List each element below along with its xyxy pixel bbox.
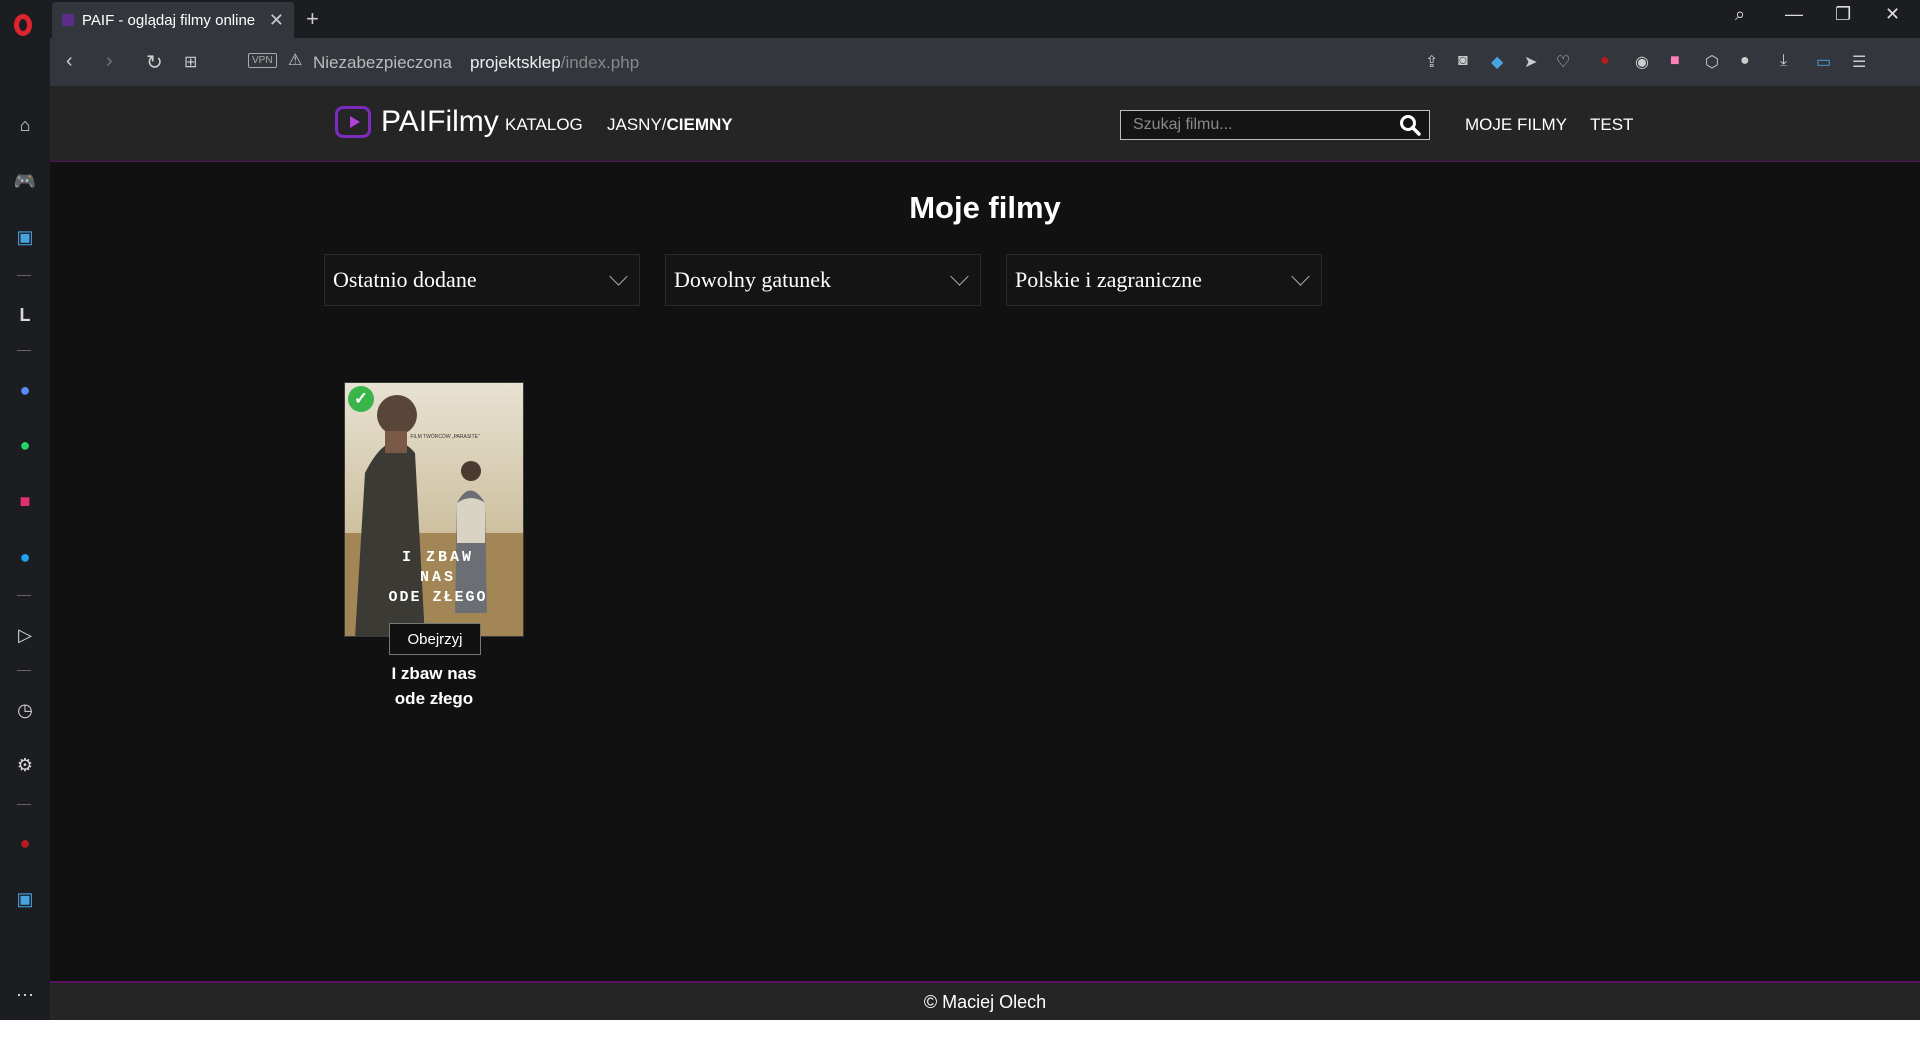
watch-button[interactable]: Obejrzyj <box>389 623 481 655</box>
footer-copyright: © Maciej Olech <box>923 992 1047 1012</box>
download-icon[interactable]: ⤓ <box>1780 52 1787 70</box>
share-icon[interactable]: ⇪ <box>1425 52 1438 72</box>
watched-check-icon: ✓ <box>348 386 374 412</box>
nav-my-films[interactable]: MOJE FILMY <box>1465 115 1567 135</box>
sidebar-divider <box>17 804 31 805</box>
sidebar-divider <box>17 595 31 596</box>
reload-icon[interactable]: ↻ <box>146 50 163 75</box>
site-logo[interactable]: PAIFilmy <box>381 105 499 139</box>
twitter-icon[interactable]: ● <box>12 544 38 570</box>
site-header: PAIFilmy KATALOG JASNY/CIEMNY MOJE FILMY… <box>50 86 1920 162</box>
tab-favicon-icon <box>62 14 74 26</box>
shield-icon[interactable]: ◆ <box>1491 52 1503 72</box>
profile-icon[interactable]: ● <box>1740 52 1750 70</box>
poster-title-line-2: NAS <box>420 569 456 586</box>
page-viewport: PAIFilmy KATALOG JASNY/CIEMNY MOJE FILMY… <box>50 86 1920 1022</box>
url-path: /index.php <box>560 53 640 72</box>
ublock-icon[interactable]: ● <box>12 830 38 856</box>
url-field[interactable]: projektsklep/index.php <box>470 53 639 73</box>
url-host: projektsklep <box>470 53 561 72</box>
history-icon[interactable]: ◷ <box>12 697 38 723</box>
sidebar-divider <box>17 275 31 276</box>
battery-icon[interactable]: ▭ <box>1816 52 1831 72</box>
whatsapp-icon[interactable]: ● <box>12 432 38 458</box>
cube-icon[interactable]: ⬡ <box>1705 52 1719 72</box>
more-icon[interactable]: ⋯ <box>12 982 38 1008</box>
poster-title-line-1: I ZBAW <box>402 549 474 566</box>
instagram-icon[interactable]: ■ <box>12 488 38 514</box>
movie-poster[interactable]: FILM TWÓRCÓW „PARASITE” I ZBAW NAS ODE Z… <box>344 382 524 637</box>
search-icon[interactable] <box>1399 114 1421 136</box>
tab-title: PAIF - oglądaj filmy online <box>82 11 256 29</box>
poster-title-line-3: ODE ZŁEGO <box>388 589 487 606</box>
camera-icon[interactable]: ◙ <box>1458 52 1468 70</box>
vpn-badge[interactable]: VPN <box>248 53 277 68</box>
origin-select[interactable]: Polskie i zagraniczne <box>1006 254 1322 306</box>
search-tabs-icon[interactable]: ⌕ <box>1735 4 1745 25</box>
tv-logo-icon[interactable] <box>335 106 371 138</box>
gradient-extension-icon[interactable]: ■ <box>1670 52 1680 70</box>
heart-icon[interactable]: ♡ <box>1556 52 1570 72</box>
ublock-icon[interactable]: ● <box>1600 52 1610 70</box>
sort-select-value: Ostatnio dodane <box>333 267 477 292</box>
back-icon[interactable]: ‹ <box>66 50 73 73</box>
l-app-icon[interactable]: L <box>12 302 38 328</box>
translate-icon[interactable]: ▣ <box>12 886 38 912</box>
chevron-down-icon <box>950 267 969 286</box>
poster-tagline: FILM TWÓRCÓW „PARASITE” <box>410 433 480 440</box>
sidebar-divider <box>17 670 31 671</box>
briefcase-icon[interactable]: ▣ <box>12 224 38 250</box>
window-close-icon[interactable]: ✕ <box>1885 4 1900 25</box>
warning-icon: ⚠ <box>288 52 303 69</box>
search-box <box>1120 110 1430 140</box>
nav-test[interactable]: TEST <box>1590 115 1633 135</box>
player-icon[interactable]: ▷ <box>12 622 38 648</box>
nav-theme-toggle[interactable]: JASNY/CIEMNY <box>607 115 733 135</box>
genre-select-value: Dowolny gatunek <box>674 267 832 292</box>
opera-logo-icon[interactable] <box>14 14 32 36</box>
settings-icon[interactable]: ⚙ <box>12 752 38 778</box>
theme-dark-label: CIEMNY <box>666 115 733 134</box>
home-icon[interactable]: ⌂ <box>12 112 38 138</box>
chevron-down-icon <box>1291 267 1310 286</box>
origin-select-value: Polskie i zagraniczne <box>1015 267 1202 292</box>
os-bottom-strip <box>0 1020 1920 1045</box>
tab-bar: PAIF - oglądaj filmy online ✕ + ⌕ — ❐ ✕ <box>50 0 1920 38</box>
address-bar: ‹ › ↻ ⊞ VPN ⚠ Niezabezpieczona projektsk… <box>50 38 1920 86</box>
sort-select[interactable]: Ostatnio dodane <box>324 254 640 306</box>
tab-close-icon[interactable]: ✕ <box>269 10 284 31</box>
poster-image: FILM TWÓRCÓW „PARASITE” I ZBAW NAS ODE Z… <box>345 383 523 636</box>
search-input[interactable] <box>1121 111 1395 139</box>
nav-catalog[interactable]: KATALOG <box>505 115 583 135</box>
genre-select[interactable]: Dowolny gatunek <box>665 254 981 306</box>
site-footer: © Maciej Olech <box>50 981 1920 1022</box>
gamepad-icon[interactable]: 🎮 <box>12 168 38 194</box>
movie-title[interactable]: I zbaw nas ode złego <box>384 661 484 711</box>
tabs-grid-icon[interactable]: ⊞ <box>184 52 197 72</box>
restore-icon[interactable]: ❐ <box>1835 4 1851 25</box>
messenger-icon[interactable]: ● <box>12 377 38 403</box>
browser-sidebar: ⌂ 🎮 ▣ L ● ● ■ ● ▷ ◷ ⚙ ● ▣ ⋯ <box>0 0 50 1020</box>
tab-active[interactable]: PAIF - oglądaj filmy online ✕ <box>52 2 294 38</box>
send-icon[interactable]: ➤ <box>1524 52 1537 72</box>
theme-light-label: JASNY/ <box>607 115 667 134</box>
sidebar-divider <box>17 350 31 351</box>
translate-icon[interactable]: ◉ <box>1635 52 1649 72</box>
security-label[interactable]: Niezabezpieczona <box>313 53 452 73</box>
forward-icon[interactable]: › <box>106 50 113 73</box>
chevron-down-icon <box>609 267 628 286</box>
minimize-icon[interactable]: — <box>1785 4 1803 25</box>
new-tab-button[interactable]: + <box>306 6 319 32</box>
page-title: Moje filmy <box>909 190 1061 225</box>
easy-setup-icon[interactable]: ☰ <box>1852 52 1866 72</box>
